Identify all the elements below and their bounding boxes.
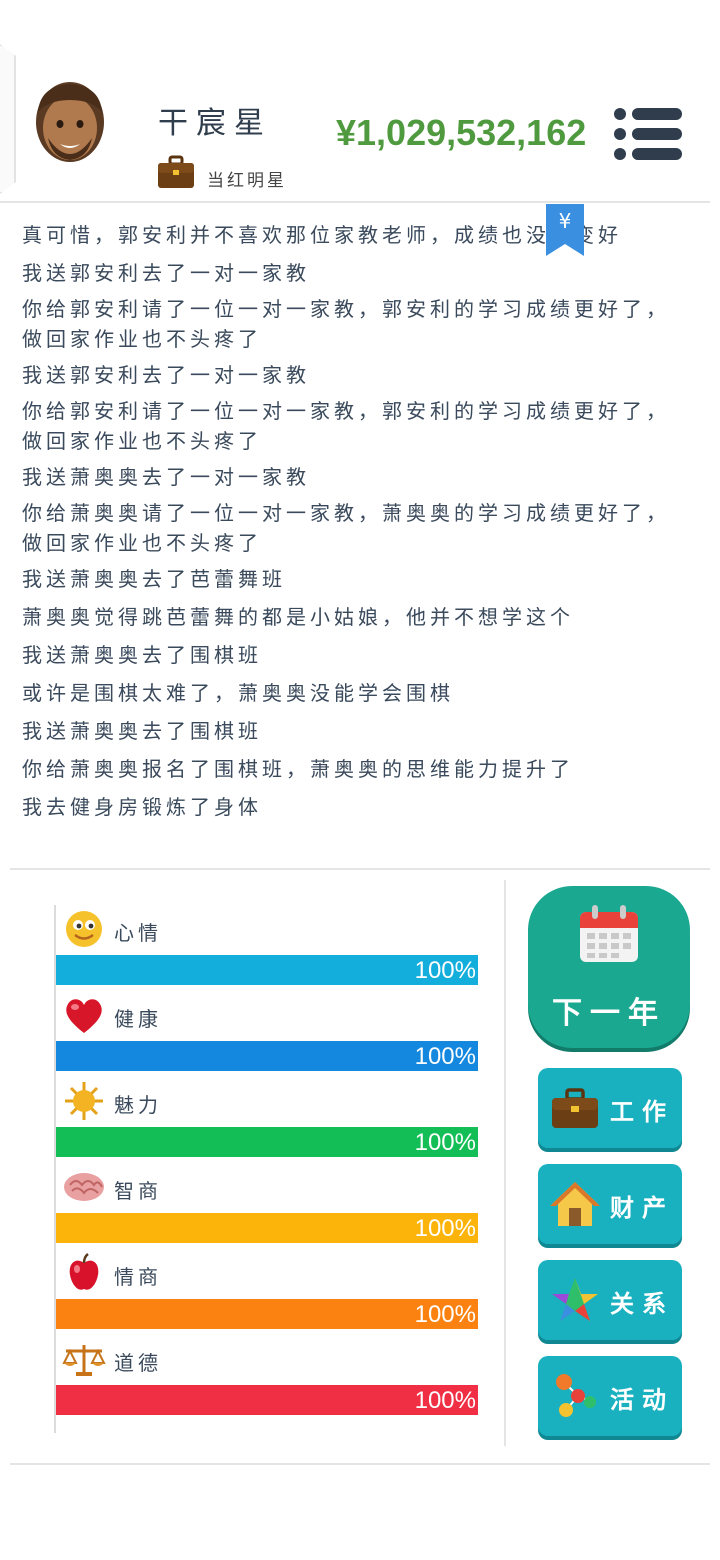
stat-mood: 心情 100% — [56, 905, 480, 991]
stat-morality: 道德 100% — [56, 1335, 480, 1421]
stat-value: 100% — [414, 1129, 476, 1156]
log-entry: 我送萧奥奥去了围棋班 — [22, 643, 262, 667]
player-name: 干宸星 — [158, 106, 272, 141]
work-label: 工作 — [610, 1098, 674, 1126]
stat-label: 健康 — [114, 1007, 162, 1031]
stat-bar: 100% — [56, 1213, 478, 1243]
briefcase-icon — [552, 1088, 598, 1128]
smiley-icon — [66, 911, 102, 947]
log-entry: 我送郭安利去了一对一家教 — [22, 261, 310, 285]
stat-value: 100% — [414, 1043, 476, 1070]
next-year-label: 下一年 — [552, 996, 666, 1031]
panel-divider — [504, 880, 506, 1446]
bottom-divider — [10, 1463, 710, 1465]
log-entry: 我送萧奥奥去了围棋班 — [22, 719, 262, 743]
relations-button[interactable]: 关系 — [538, 1260, 682, 1340]
property-label: 财产 — [610, 1194, 674, 1222]
calendar-icon — [580, 905, 638, 962]
money-bookmark-icon[interactable]: ¥ — [546, 204, 584, 256]
log-entry: 或许是围棋太难了，萧奥奥没能学会围棋 — [22, 681, 454, 705]
bookmark-symbol: ¥ — [559, 209, 572, 233]
activity-label: 活动 — [610, 1386, 674, 1414]
work-button[interactable]: 工作 — [538, 1068, 682, 1148]
next-year-button[interactable]: 下一年 — [528, 886, 690, 1048]
brain-icon — [64, 1173, 104, 1201]
sun-icon — [65, 1082, 103, 1120]
briefcase-icon — [158, 155, 194, 188]
molecule-icon — [556, 1374, 596, 1417]
avatar — [36, 82, 104, 162]
stat-charm: 魅力 100% — [56, 1077, 480, 1163]
menu-icon[interactable] — [612, 106, 684, 162]
log-entry: 你给萧奥奥请了一位一对一家教，萧奥奥的学习成绩更好了，做回家作业也不头疼了 — [22, 501, 670, 555]
header-divider — [0, 201, 710, 203]
event-log: 真可惜，郭安利并不喜欢那位家教老师，成绩也没有变好 我送郭安利去了一对一家教 你… — [22, 218, 692, 828]
stat-label: 智商 — [114, 1179, 162, 1203]
stat-value: 100% — [414, 957, 476, 984]
apple-icon — [69, 1253, 99, 1290]
stat-bar: 100% — [56, 1127, 478, 1157]
stat-bar: 100% — [56, 955, 478, 985]
stat-label: 情商 — [114, 1265, 162, 1289]
log-entry: 我送郭安利去了一对一家教 — [22, 363, 310, 387]
log-entry: 你给郭安利请了一位一对一家教，郭安利的学习成绩更好了，做回家作业也不头疼了 — [22, 399, 670, 453]
log-entry: 你给萧奥奥报名了围棋班，萧奥奥的思维能力提升了 — [22, 757, 574, 781]
stat-bar: 100% — [56, 1041, 478, 1071]
stat-eq: 情商 100% — [56, 1249, 480, 1335]
property-button[interactable]: 财产 — [538, 1164, 682, 1244]
activity-button[interactable]: 活动 — [538, 1356, 682, 1436]
house-icon — [550, 1182, 600, 1226]
stat-iq: 智商 100% — [56, 1163, 480, 1249]
log-entry: 你给郭安利请了一位一对一家教，郭安利的学习成绩更好了，做回家作业也不头疼了 — [22, 297, 670, 351]
money-balance: ¥1,029,532,162 — [336, 112, 587, 153]
heart-icon — [66, 999, 102, 1033]
stat-label: 道德 — [114, 1351, 162, 1375]
stat-value: 100% — [414, 1387, 476, 1414]
log-divider — [10, 868, 710, 870]
player-header: 干宸星 当红明星 ¥1,029,532,162 — [0, 0, 720, 202]
log-entry: 我送萧奥奥去了一对一家教 — [22, 465, 310, 489]
stat-label: 魅力 — [114, 1093, 162, 1117]
stat-label: 心情 — [114, 921, 162, 945]
stat-health: 健康 100% — [56, 991, 480, 1077]
job-title: 当红明星 — [207, 171, 287, 191]
stat-bar: 100% — [56, 1299, 478, 1329]
scales-icon — [62, 1345, 106, 1376]
stat-value: 100% — [414, 1301, 476, 1328]
relations-label: 关系 — [610, 1290, 674, 1318]
log-entry: 萧奥奥觉得跳芭蕾舞的都是小姑娘，他并不想学这个 — [22, 605, 574, 629]
stat-bar: 100% — [56, 1385, 478, 1415]
log-entry: 真可惜，郭安利并不喜欢那位家教老师，成绩也没有变好 — [22, 223, 622, 247]
log-entry: 我去健身房锻炼了身体 — [22, 795, 262, 819]
stat-value: 100% — [414, 1215, 476, 1242]
stats-panel: 心情 100% 健康 100% 魅力 100% 智商 100% 情商 100% … — [54, 905, 478, 1433]
star-icon — [552, 1278, 598, 1321]
log-entry: 我送萧奥奥去了芭蕾舞班 — [22, 567, 286, 591]
